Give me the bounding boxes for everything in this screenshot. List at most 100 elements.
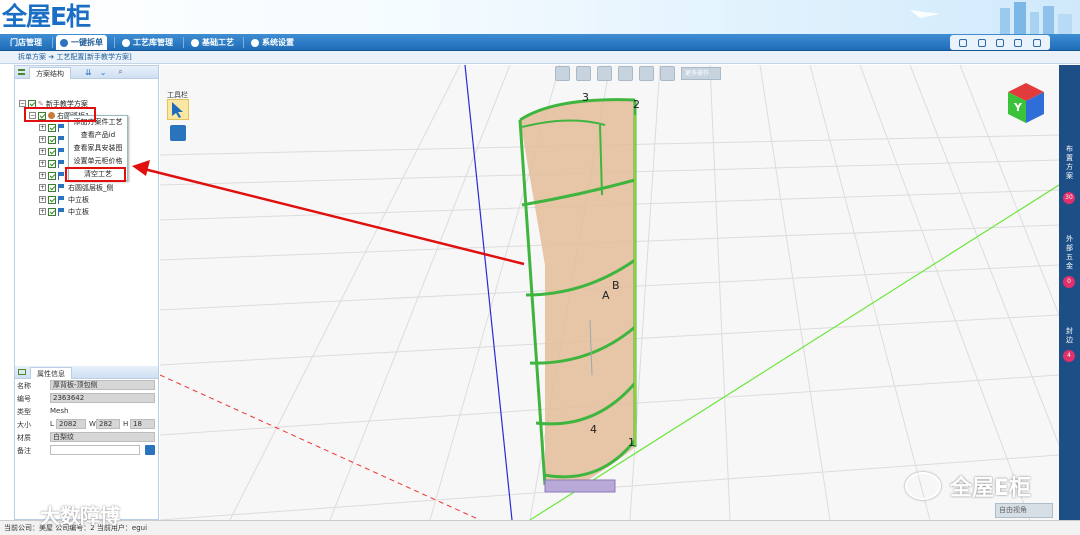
name-field[interactable]: 厚背板-顶包侧 [50, 380, 155, 390]
tab-basic-craft[interactable]: 基础工艺 [187, 35, 238, 50]
tree-node[interactable]: + [39, 122, 68, 133]
note-label: 备注 [17, 447, 31, 455]
3d-viewport[interactable]: 3 2 A B 4 1 [160, 65, 1059, 520]
tree-node[interactable]: + 中立板 [39, 194, 89, 205]
exit-icon[interactable] [1032, 38, 1041, 47]
view-cube[interactable]: Y [1004, 80, 1048, 126]
tree-node[interactable]: + [39, 134, 68, 145]
l-label: L [50, 420, 54, 428]
target-icon[interactable] [576, 65, 591, 81]
flag-icon [58, 135, 66, 144]
code-field[interactable]: 2363642 [50, 393, 155, 403]
viewport-toolbar: 更多操作 [555, 65, 721, 81]
main-nav: 门店管理 一键拆单 工艺库管理 基础工艺 系统设置 [0, 34, 1080, 51]
scene-canvas[interactable]: 3 2 A B 4 1 [160, 65, 1059, 520]
hardware-count: 0 [1063, 276, 1075, 288]
tab-label: 系统设置 [262, 38, 294, 47]
tab-one-click-split[interactable]: 一键拆单 [56, 35, 107, 50]
tree-label: 右圆弧层板_侧 [68, 183, 114, 192]
checkbox[interactable] [48, 159, 56, 168]
flag-icon [58, 123, 66, 132]
property-title: 属性信息 [30, 366, 72, 379]
height-field[interactable]: 18 [130, 419, 155, 429]
save-icon[interactable] [145, 445, 155, 455]
cabinet-model[interactable] [518, 98, 637, 493]
menu-item-view-product-id[interactable]: 查看产品id [69, 129, 127, 142]
tree-label: 中立板 [68, 207, 89, 216]
tab-label: 门店管理 [10, 38, 42, 47]
checkbox[interactable] [48, 207, 56, 216]
tree-node[interactable]: + 中立板 [39, 206, 89, 217]
lightning-icon[interactable] [660, 65, 675, 81]
pointer-tool-button[interactable] [167, 99, 189, 120]
layers-icon[interactable] [618, 65, 633, 81]
craft-icon [122, 38, 130, 47]
tree-node[interactable]: + [39, 146, 68, 157]
point-label-1: 1 [628, 436, 635, 449]
edge-banding-count: 4 [1063, 350, 1075, 362]
right-side-panel: 布置方案 30 外部五金 0 封边 4 [1059, 65, 1080, 520]
view-cube-face: Y [1013, 101, 1023, 114]
watermark-left: 大数障博 [40, 504, 120, 528]
checkbox[interactable] [48, 135, 56, 144]
tab-scheme-structure[interactable]: 方案结构 [29, 66, 71, 79]
h-label: H [123, 420, 129, 428]
tree-label: 中立板 [68, 195, 89, 204]
tab-label: 工艺库管理 [133, 38, 173, 47]
camera-mode-select[interactable]: 自由视角 [995, 503, 1053, 518]
toolbox: 工具栏 [167, 90, 191, 142]
tree-node[interactable]: + 右圆弧层板_侧 [39, 182, 114, 193]
header-tools [950, 35, 1050, 50]
highlight-box [65, 167, 126, 182]
scheme-tree: −✎新手教学方案 −右圆弧柜1 + + + + + +右圆弧层板_侧 +中立板 … [15, 79, 158, 367]
monitor-icon[interactable] [959, 38, 968, 47]
user-icon[interactable] [977, 38, 986, 47]
checkbox[interactable] [48, 183, 56, 192]
flag-icon [58, 147, 66, 156]
collapse-icon[interactable]: ⌄ [100, 68, 107, 77]
breadcrumb[interactable]: 拆单方案 ➔ 工艺配置[新手教学方案] [0, 51, 1080, 64]
tab-store-management[interactable]: 门店管理 [6, 35, 46, 50]
copy-tool-button[interactable] [170, 125, 186, 141]
expand-all-icon[interactable]: ⇊ [85, 68, 92, 77]
grid-icon[interactable] [597, 65, 612, 81]
point-label-a: A [602, 289, 610, 302]
edge-banding-label[interactable]: 封边 [1064, 327, 1075, 345]
type-label: 类型 [17, 408, 31, 416]
flag-icon [58, 207, 66, 216]
gear-icon[interactable] [1014, 38, 1023, 47]
tab-craft-library[interactable]: 工艺库管理 [118, 35, 177, 50]
length-field[interactable]: 2082 [56, 419, 86, 429]
checkbox[interactable] [48, 123, 56, 132]
hardware-label[interactable]: 外部五金 [1064, 235, 1075, 271]
gear-icon [191, 38, 199, 47]
refresh-icon[interactable] [995, 38, 1004, 47]
flag-icon [58, 195, 66, 204]
note-field[interactable] [50, 445, 140, 455]
wechat-icon [905, 472, 941, 500]
layout-scheme-label[interactable]: 布置方案 [1064, 145, 1075, 181]
width-field[interactable]: 282 [96, 419, 120, 429]
header-skyline-decoration [910, 2, 1072, 34]
list-icon [18, 69, 25, 75]
point-label-3: 3 [582, 91, 589, 104]
material-field[interactable]: 白梨纹 [50, 432, 155, 442]
tab-system-settings[interactable]: 系统设置 [247, 35, 298, 50]
fit-view-icon[interactable] [639, 65, 654, 81]
checkbox[interactable] [48, 147, 56, 156]
tree-node[interactable]: + [39, 170, 68, 181]
info-icon [18, 369, 26, 375]
tree-node[interactable]: + [39, 158, 68, 169]
search-icon[interactable]: ⌕ [118, 67, 122, 77]
menu-item-view-install-drawing[interactable]: 查看家具安装图 [69, 142, 127, 155]
save-view-icon[interactable] [555, 65, 570, 81]
property-panel: 属性信息 名称 厚背板-顶包侧 编号 2363642 类型 Mesh 大小 L 208… [15, 366, 158, 457]
checkbox[interactable] [48, 171, 56, 180]
tab-label: 基础工艺 [202, 38, 234, 47]
watermark-right: 全屋E柜 [950, 476, 1032, 501]
w-label: W [89, 420, 96, 428]
layout-scheme-count: 30 [1063, 192, 1075, 204]
scheme-structure-panel: 方案结构 ⇊ ⌄ ⌕ −✎新手教学方案 −右圆弧柜1 + + + + + +右圆… [14, 65, 159, 520]
checkbox[interactable] [48, 195, 56, 204]
more-actions-dropdown[interactable]: 更多操作 [681, 66, 721, 80]
